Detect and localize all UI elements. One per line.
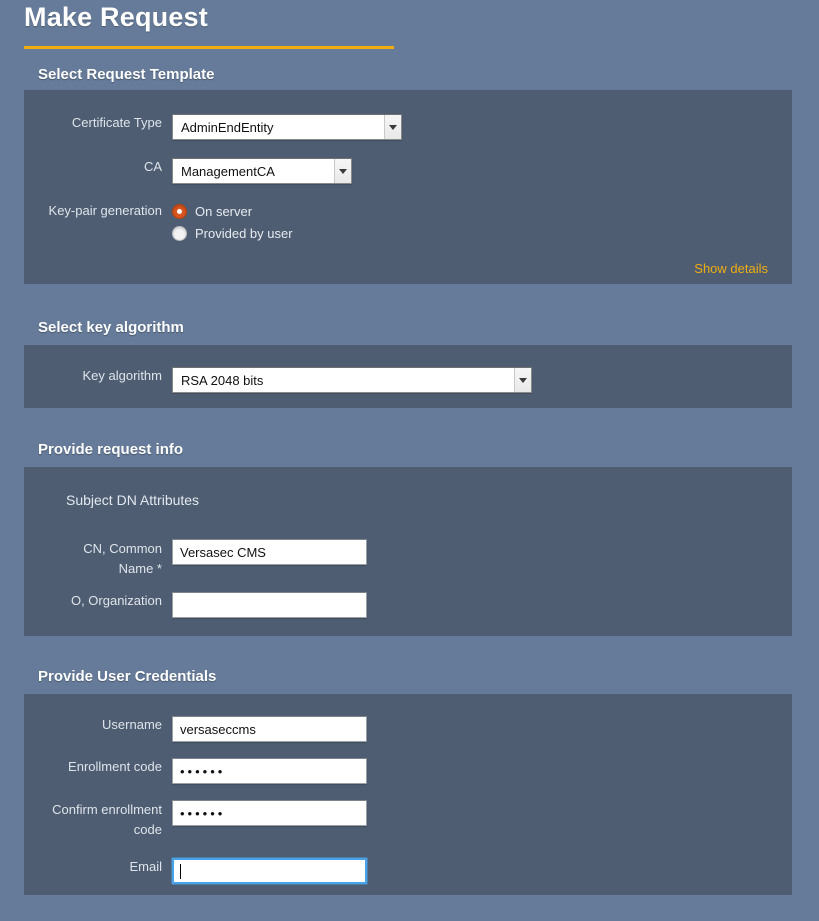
panel-select-key-algorithm: Key algorithm RSA 2048 bits (24, 345, 792, 408)
label-key-algorithm: Key algorithm (82, 368, 162, 383)
radio-option-provided-by-user[interactable]: Provided by user (172, 226, 293, 241)
label-keypair-generation: Key-pair generation (48, 203, 162, 218)
label-email: Email (129, 859, 162, 874)
input-email[interactable] (172, 858, 367, 884)
section-heading-provide-request-info: Provide request info (38, 441, 184, 458)
radio-on-server-label: On server (195, 204, 253, 219)
chevron-down-icon (384, 115, 401, 139)
page-title: Make Request (24, 2, 208, 32)
row-ca: CA ManagementCA (24, 158, 352, 184)
row-confirm-enrollment-code: Confirm enrollment code •••••• (24, 800, 367, 840)
label-confirm-enrollment-code: Confirm enrollment code (52, 802, 162, 837)
row-keypair-generation: Key-pair generation On server Provided b… (24, 202, 293, 241)
input-common-name[interactable]: Versasec CMS (172, 539, 367, 565)
section-heading-select-request-template: Select Request Template (38, 66, 215, 83)
row-enrollment-code: Enrollment code •••••• (24, 758, 367, 784)
make-request-page: Make Request Select Request Template Cer… (0, 0, 819, 921)
section-heading-select-key-algorithm: Select key algorithm (38, 319, 184, 336)
input-username-value: versaseccms (180, 721, 256, 737)
select-ca[interactable]: ManagementCA (172, 158, 352, 184)
label-username: Username (102, 717, 162, 732)
section-heading-provide-user-credentials: Provide User Credentials (38, 668, 217, 685)
select-certificate-type[interactable]: AdminEndEntity (172, 114, 402, 140)
label-ca: CA (143, 159, 162, 174)
select-certificate-type-value: AdminEndEntity (181, 119, 274, 135)
row-organization: O, Organization (24, 592, 367, 618)
select-ca-value: ManagementCA (181, 163, 275, 179)
row-key-algorithm: Key algorithm RSA 2048 bits (24, 367, 532, 393)
input-organization[interactable] (172, 592, 367, 618)
radio-group-keypair-generation: On server Provided by user (172, 202, 293, 241)
label-common-name: CN, Common Name * (83, 541, 162, 576)
label-enrollment-code: Enrollment code (68, 759, 162, 774)
select-key-algorithm-value: RSA 2048 bits (181, 372, 264, 388)
panel-select-request-template: Certificate Type AdminEndEntity CA Manag… (24, 90, 792, 284)
input-confirm-enrollment-code-value: •••••• (180, 805, 226, 821)
row-common-name: CN, Common Name * Versasec CMS (24, 539, 367, 579)
input-confirm-enrollment-code[interactable]: •••••• (172, 800, 367, 826)
row-email: Email (24, 858, 367, 884)
text-caret (180, 863, 181, 879)
show-details-link[interactable]: Show details (694, 261, 768, 276)
radio-option-on-server[interactable]: On server (172, 204, 293, 219)
panel-provide-user-credentials: Username versaseccms Enrollment code •••… (24, 694, 792, 895)
subheading-subject-dn-attributes: Subject DN Attributes (66, 492, 200, 508)
input-username[interactable]: versaseccms (172, 716, 367, 742)
label-certificate-type: Certificate Type (71, 115, 162, 130)
row-username: Username versaseccms (24, 716, 367, 742)
label-organization: O, Organization (70, 593, 162, 608)
chevron-down-icon (514, 368, 531, 392)
chevron-down-icon (334, 159, 351, 183)
title-underline-rule (24, 46, 394, 49)
radio-on-server-icon[interactable] (172, 204, 187, 219)
input-enrollment-code-value: •••••• (180, 763, 226, 779)
input-common-name-value: Versasec CMS (180, 544, 266, 560)
input-enrollment-code[interactable]: •••••• (172, 758, 367, 784)
radio-provided-by-user-icon[interactable] (172, 226, 187, 241)
select-key-algorithm[interactable]: RSA 2048 bits (172, 367, 532, 393)
panel-provide-request-info: Subject DN Attributes CN, Common Name * … (24, 467, 792, 636)
row-certificate-type: Certificate Type AdminEndEntity (24, 114, 402, 140)
radio-provided-by-user-label: Provided by user (195, 226, 293, 241)
